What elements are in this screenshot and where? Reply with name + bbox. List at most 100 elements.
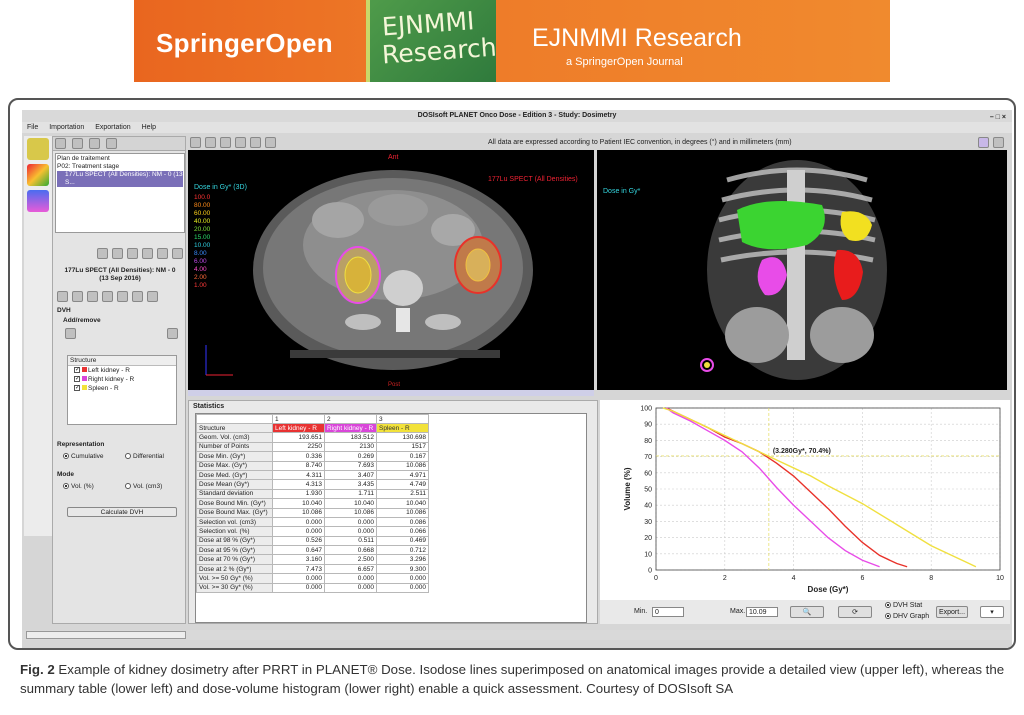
ct-slice-scrollbar[interactable] <box>188 390 594 396</box>
table-cell: 10.040 <box>376 498 429 509</box>
zoom-button[interactable]: 🔍 <box>790 606 824 618</box>
table-cell: 2.511 <box>376 488 429 500</box>
info-module-icon[interactable] <box>27 138 49 160</box>
magnifier-icon: 🔍 <box>802 609 812 616</box>
vol-cm3-radio[interactable] <box>125 483 131 490</box>
differential-radio[interactable] <box>125 453 131 460</box>
table-cell: 0.000 <box>272 582 325 594</box>
volume-render-view[interactable]: Dose in Gy* <box>597 150 1007 390</box>
journal-name: EJNMMI Research <box>532 24 742 52</box>
vol-cm3-option[interactable]: Vol. (cm3) <box>125 483 162 490</box>
min-input[interactable]: 0 <box>652 607 684 617</box>
paste-icon[interactable] <box>112 248 123 259</box>
layout-icons <box>976 136 1006 149</box>
vol-pct-option[interactable]: Vol. (%) <box>63 483 94 490</box>
y-tick-label: 20 <box>644 535 652 542</box>
export-button[interactable]: Export... <box>936 606 968 618</box>
journal-logo: EJNMMI Research <box>366 0 498 82</box>
tree-item-plan[interactable]: Plan de traitement <box>57 155 183 163</box>
structure-row[interactable]: ✓ Spleen - R <box>68 384 176 393</box>
study-label: 177Lu SPECT (All Densities): NM - 0 (13 … <box>55 267 185 283</box>
copy-icon[interactable] <box>97 248 108 259</box>
color-swatch <box>82 367 87 372</box>
table-cell: 4.971 <box>376 469 429 481</box>
spect-label: 177Lu SPECT (All Densities) <box>488 176 578 183</box>
tree-item-stage[interactable]: P02: Treatment stage <box>57 163 183 171</box>
back-icon[interactable] <box>55 138 66 149</box>
rotate-icon[interactable] <box>220 137 231 148</box>
dose-module-icon[interactable] <box>27 164 49 186</box>
ruler-icon[interactable] <box>117 291 128 302</box>
dvh-stat-radio[interactable] <box>885 602 891 609</box>
structure-label: Left kidney - R <box>88 367 130 374</box>
table-cell: 9.300 <box>376 563 429 575</box>
structure-checkbox[interactable]: ✓ <box>74 385 80 392</box>
dose-legend-value: 10.00 <box>194 242 211 249</box>
refresh-icon[interactable] <box>127 248 138 259</box>
settings-icon[interactable] <box>71 138 83 149</box>
organ-icon[interactable] <box>88 138 100 149</box>
move-icon[interactable] <box>102 291 113 302</box>
contrast-icon[interactable] <box>250 137 261 148</box>
stack-icon[interactable] <box>105 138 117 149</box>
max-input[interactable]: 10.09 <box>746 607 778 617</box>
structure-row[interactable]: ✓ Right kidney - R <box>68 375 176 384</box>
dvh-stat-option[interactable]: DVH Stat <box>885 602 922 609</box>
logo-line2: Research <box>381 32 498 70</box>
tool-icon[interactable] <box>87 291 98 302</box>
tree-tools <box>95 247 185 260</box>
table-icon[interactable] <box>147 291 158 302</box>
differential-option[interactable]: Differential <box>125 453 164 460</box>
chart-icon[interactable] <box>132 291 143 302</box>
structure-row[interactable]: ✓ Left kidney - R <box>68 366 176 375</box>
dose-legend-value: 60.00 <box>194 210 211 217</box>
image-toolbar <box>188 136 288 161</box>
posterior-label: Post <box>388 382 401 388</box>
sum-icon[interactable] <box>172 248 183 259</box>
table-cell: 0.000 <box>324 573 377 584</box>
minus-icon[interactable] <box>157 248 168 259</box>
dvh-module-icon[interactable] <box>27 190 49 212</box>
cumulative-radio[interactable] <box>63 453 69 460</box>
table-cell: 0.000 <box>324 526 377 537</box>
structure-header-cell: Spleen - R <box>376 422 429 434</box>
grid-icon[interactable] <box>993 137 1004 148</box>
menu-help[interactable]: Help <box>142 124 156 131</box>
hand-icon[interactable] <box>190 137 201 148</box>
structure-checkbox[interactable]: ✓ <box>74 367 80 374</box>
tree-item-selected[interactable]: 177Lu SPECT (All Densities): NM - 0 (13 … <box>57 171 183 187</box>
vol-pct-radio[interactable] <box>63 483 69 490</box>
plus-icon[interactable] <box>142 248 153 259</box>
dvh-tools <box>55 290 160 303</box>
remove-structure-icon[interactable] <box>167 328 178 339</box>
row-label: Dose at 98 % (Gy*) <box>196 535 273 547</box>
table-cell: 0.000 <box>376 582 429 594</box>
dose-legend-value: 100.0 <box>194 194 211 201</box>
pen-icon[interactable] <box>265 137 276 148</box>
menu-importation[interactable]: Importation <box>49 124 84 131</box>
zoom-icon[interactable] <box>205 137 216 148</box>
structure-checkbox[interactable]: ✓ <box>74 376 80 383</box>
options-dropdown[interactable]: ▾ <box>980 606 1004 618</box>
table-cell: 0.000 <box>324 516 377 528</box>
table-row: Dose at 2 % (Gy*) 7.473 6.657 9.300 <box>196 563 429 575</box>
cursor-icon[interactable] <box>57 291 68 302</box>
row-label: Dose Med. (Gy*) <box>196 469 273 481</box>
table-cell: 0.269 <box>324 451 377 462</box>
calculate-dvh-button[interactable]: Calculate DVH <box>67 507 177 517</box>
color-icon[interactable] <box>72 291 83 302</box>
table-cell: 3.160 <box>272 554 325 565</box>
reset-button[interactable]: ⟳ <box>838 606 872 618</box>
crosshair-icon[interactable] <box>235 137 246 148</box>
menu-exportation[interactable]: Exportation <box>95 124 130 131</box>
menu-file[interactable]: File <box>27 124 38 131</box>
vol-cm3-label: Vol. (cm3) <box>133 483 163 490</box>
add-structure-icon[interactable] <box>65 328 76 339</box>
row-label: Dose Bound Max. (Gy*) <box>196 507 273 518</box>
ct-axial-view[interactable]: Dose in Gy* (3D) 100.0 80.00 60.00 40.00 20.… <box>188 150 594 390</box>
dhv-graph-radio[interactable] <box>885 613 891 620</box>
cumulative-option[interactable]: Cumulative <box>63 453 104 460</box>
dhv-graph-option[interactable]: DHV Graph <box>885 613 929 620</box>
table-row: Selection vol. (%) 0.000 0.000 0.066 <box>196 526 429 537</box>
layout-icon[interactable] <box>978 137 989 148</box>
